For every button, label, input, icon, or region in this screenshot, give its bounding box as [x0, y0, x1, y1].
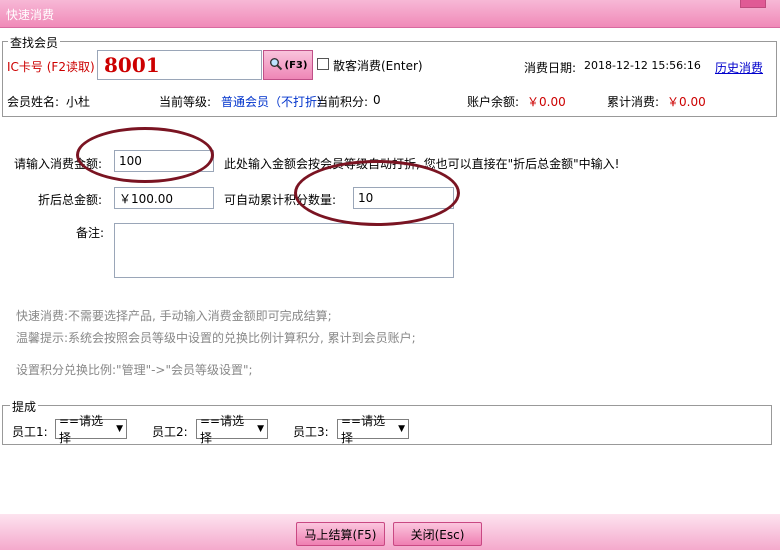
level-value: 普通会员（不打折） — [221, 95, 330, 109]
card-number-input[interactable] — [97, 50, 262, 80]
earned-points-input[interactable] — [353, 187, 454, 209]
hint-line-2: 温馨提示:系统会按照会员等级中设置的兑换比例计算积分, 累计到会员账户; — [16, 331, 416, 345]
walk-in-checkbox[interactable] — [317, 58, 329, 70]
total-value: ￥0.00 — [667, 95, 706, 109]
dropdown-arrow-icon: ▼ — [398, 424, 405, 434]
commission-legend: 提成 — [10, 398, 39, 415]
title-bar: 快速消费 — [0, 0, 780, 28]
dropdown-arrow-icon: ▼ — [116, 424, 123, 434]
staff3-select-value: ==请选择 — [341, 414, 386, 445]
total-label: 累计消费: — [607, 95, 660, 109]
staff2-select-value: ==请选择 — [200, 414, 245, 445]
remark-label: 备注: — [76, 226, 105, 240]
staff3-label: 员工3: — [293, 425, 329, 439]
search-member-button[interactable]: (F3) — [263, 50, 313, 80]
window-title: 快速消费 — [6, 8, 55, 22]
settle-button-label: 马上结算(F5) — [304, 527, 377, 542]
name-value: 小杜 — [66, 95, 91, 109]
close-button[interactable]: 关闭(Esc) — [393, 522, 482, 546]
walk-in-label[interactable]: 散客消费(Enter) — [333, 57, 423, 74]
staff3-select[interactable]: ==请选择 ▼ — [337, 414, 409, 445]
balance-label: 账户余额: — [467, 95, 520, 109]
hint-line-1: 快速消费:不需要选择产品, 手动输入消费金额即可完成结算; — [16, 309, 332, 323]
settle-button[interactable]: 马上结算(F5) — [296, 522, 385, 546]
close-button-label: 关闭(Esc) — [410, 527, 465, 542]
dropdown-arrow-icon: ▼ — [257, 424, 264, 434]
discounted-label: 折后总金额: — [38, 193, 103, 207]
points-label: 当前积分: — [316, 95, 369, 109]
staff2-label: 员工2: — [152, 425, 188, 439]
amount-hint: 此处输入金额会按会员等级自动打折, 您也可以直接在"折后总金额"中输入! — [224, 157, 620, 171]
earned-points-label: 可自动累计积分数量: — [224, 193, 337, 207]
remark-textarea[interactable] — [114, 223, 454, 278]
close-window-button[interactable] — [740, 0, 766, 8]
hint-line-3: 设置积分兑换比例:"管理"->"会员等级设置"; — [16, 363, 253, 377]
search-icon — [269, 57, 283, 74]
footer-bar — [0, 514, 780, 550]
date-label: 消费日期: — [524, 61, 577, 75]
balance-value: ￥0.00 — [527, 95, 566, 109]
staff2-select[interactable]: ==请选择 ▼ — [196, 414, 268, 445]
staff1-label: 员工1: — [12, 425, 48, 439]
name-label: 会员姓名: — [7, 95, 60, 109]
date-value: 2018-12-12 15:56:16 — [584, 59, 701, 72]
amount-input[interactable] — [114, 150, 214, 172]
staff1-select-value: ==请选择 — [59, 414, 104, 445]
discounted-total-input[interactable] — [114, 187, 214, 209]
history-link[interactable]: 历史消费 — [715, 59, 763, 76]
card-label: IC卡号 (F2读取) — [7, 60, 95, 74]
points-value: 0 — [373, 93, 381, 107]
staff1-select[interactable]: ==请选择 ▼ — [55, 414, 127, 445]
amount-label: 请输入消费金额: — [14, 157, 103, 171]
search-button-label: (F3) — [284, 59, 308, 71]
member-lookup-legend: 查找会员 — [8, 34, 61, 51]
level-label: 当前等级: — [159, 95, 212, 109]
